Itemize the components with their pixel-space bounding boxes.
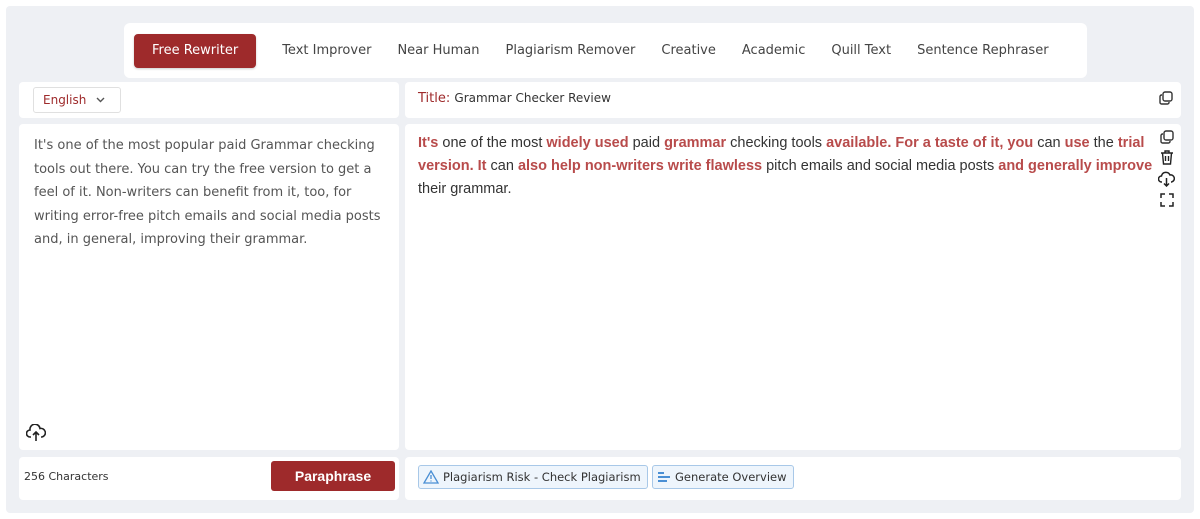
copy-icon[interactable] <box>1159 91 1173 105</box>
text-segment: checking tools <box>726 135 827 151</box>
tab-plagiarism-remover[interactable]: Plagiarism Remover <box>506 43 636 58</box>
language-selected: English <box>43 93 87 107</box>
tab-quill-text[interactable]: Quill Text <box>831 43 891 58</box>
text-segment: one of the most <box>438 135 547 151</box>
output-panel[interactable]: It's one of the most widely used paid gr… <box>405 124 1181 450</box>
chevron-down-icon <box>96 97 105 103</box>
text-segment: their grammar. <box>418 181 512 197</box>
download-icon[interactable] <box>1158 171 1175 187</box>
text-segment: can <box>1033 135 1065 151</box>
text-segment: pitch emails and social media posts <box>762 158 999 174</box>
character-count: 256 Characters <box>24 470 109 483</box>
check-plagiarism-label: Plagiarism Risk - Check Plagiarism <box>443 470 641 484</box>
copy-icon[interactable] <box>1159 130 1174 144</box>
generate-overview-button[interactable]: Generate Overview <box>652 465 794 489</box>
mode-tabs: Free Rewriter Text Improver Near Human P… <box>124 23 1087 78</box>
input-footer: 256 Characters Paraphrase <box>19 457 399 500</box>
output-footer: Plagiarism Risk - Check Plagiarism Gener… <box>405 457 1181 500</box>
changed-text-segment: widely used <box>546 135 629 151</box>
paraphrase-button[interactable]: Paraphrase <box>271 461 395 491</box>
title-label-group: Title: Grammar Checker Review <box>418 91 611 106</box>
tab-creative[interactable]: Creative <box>661 43 716 58</box>
check-plagiarism-button[interactable]: Plagiarism Risk - Check Plagiarism <box>418 465 648 489</box>
output-tools <box>1158 130 1175 207</box>
tab-text-improver[interactable]: Text Improver <box>282 43 371 58</box>
output-text[interactable]: It's one of the most widely used paid gr… <box>418 132 1153 201</box>
language-select[interactable]: English <box>33 87 121 113</box>
input-panel[interactable]: It's one of the most popular paid Gramma… <box>19 124 399 450</box>
upload-icon[interactable] <box>26 424 46 442</box>
tab-academic[interactable]: Academic <box>742 43 805 58</box>
changed-text-segment: grammar <box>664 135 727 151</box>
tab-free-rewriter[interactable]: Free Rewriter <box>134 33 257 68</box>
tab-sentence-rephraser[interactable]: Sentence Rephraser <box>917 43 1048 58</box>
overview-icon <box>657 471 671 483</box>
changed-text-segment: and generally improve <box>998 158 1153 174</box>
title-bar: Title: Grammar Checker Review <box>405 82 1181 118</box>
changed-text-segment: It's <box>418 135 439 151</box>
title-label: Title: <box>418 91 451 106</box>
text-segment: can <box>486 158 518 174</box>
text-segment: the <box>1089 135 1118 151</box>
generate-overview-label: Generate Overview <box>675 470 787 484</box>
text-segment: paid <box>628 135 665 151</box>
title-value[interactable]: Grammar Checker Review <box>454 91 611 105</box>
changed-text-segment: available. For a taste of it, you <box>826 135 1034 151</box>
expand-icon[interactable] <box>1159 193 1174 207</box>
input-textarea[interactable]: It's one of the most popular paid Gramma… <box>34 134 384 252</box>
tab-near-human[interactable]: Near Human <box>397 43 479 58</box>
trash-icon[interactable] <box>1160 150 1174 165</box>
warning-icon <box>423 470 439 484</box>
changed-text-segment: also help non-writers write flawless <box>517 158 763 174</box>
language-bar: English <box>19 82 399 118</box>
changed-text-segment: use <box>1064 135 1090 151</box>
